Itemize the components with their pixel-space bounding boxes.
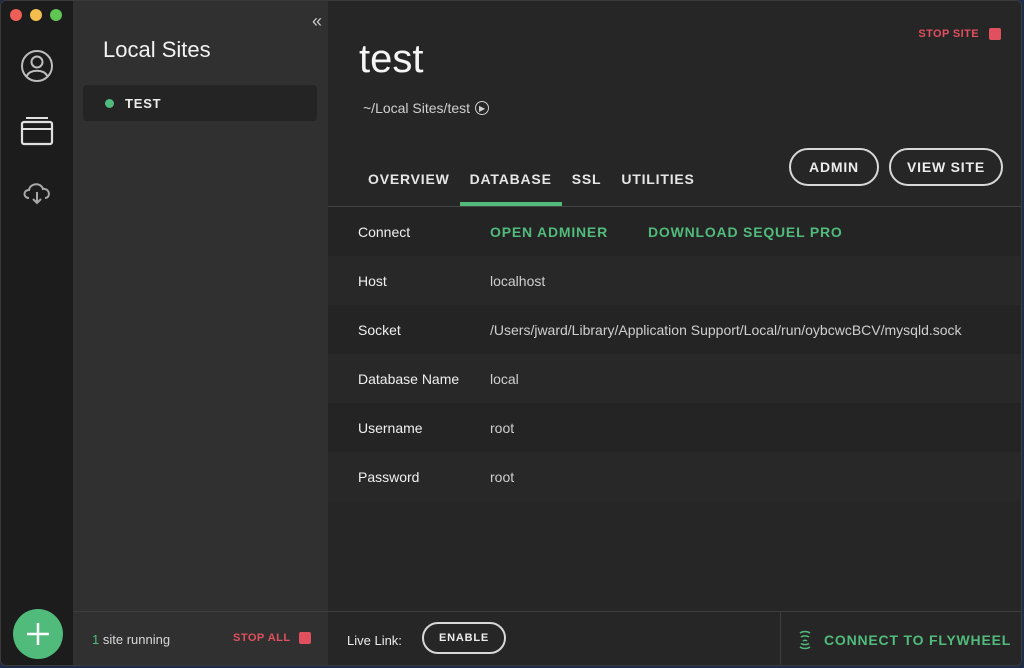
row-value: localhost [490,272,546,289]
table-row: Socket /Users/jward/Library/Application … [328,305,1021,354]
flywheel-label: CONNECT TO FLYWHEEL [824,632,1012,648]
footer-divider [780,612,781,665]
enable-live-link-button[interactable]: ENABLE [422,622,506,654]
add-site-button[interactable] [13,609,63,659]
app-window: « Local Sites TEST 1 site running STOP A… [0,0,1022,666]
stop-site-label: STOP SITE [918,28,979,40]
table-row: Username root [328,403,1021,452]
row-label: Connect [358,223,411,240]
sites-icon[interactable] [17,111,57,151]
maximize-window-button[interactable] [50,9,62,21]
site-path-text: ~/Local Sites/test [363,100,471,116]
table-row: Password root [328,452,1021,501]
close-window-button[interactable] [10,9,22,21]
sites-running-status: 1 site running [92,632,170,647]
icon-rail [1,1,73,665]
stop-all-label: STOP ALL [233,632,291,644]
row-label: Password [358,468,420,485]
reveal-folder-icon[interactable]: ▶ [475,101,490,115]
tab-database[interactable]: DATABASE [459,161,562,206]
table-row: Host localhost [328,256,1021,305]
row-label: Database Name [358,370,460,387]
main-panel: STOP SITE test ~/Local Sites/test ▶ OVER… [328,1,1021,665]
window-controls [10,9,62,21]
main-footer: Live Link: ENABLE CONNECT TO FLYWHEEL [328,611,1021,665]
row-value: local [490,370,519,387]
minimize-window-button[interactable] [30,9,42,21]
site-title: test [359,37,424,81]
sites-panel: « Local Sites TEST 1 site running STOP A… [73,1,328,665]
stop-icon [298,632,311,644]
tab-utilities[interactable]: UTILITIES [611,161,704,205]
site-path[interactable]: ~/Local Sites/test ▶ [363,100,490,116]
stop-icon [989,28,1001,40]
live-link-label: Live Link: [347,633,402,648]
table-row: Database Name local [328,354,1021,403]
user-icon[interactable] [17,46,57,86]
sites-footer: 1 site running STOP ALL [73,611,328,665]
site-name: TEST [125,95,162,111]
view-site-button[interactable]: VIEW SITE [889,148,1003,186]
row-label: Username [358,419,423,436]
cloud-icon[interactable] [17,173,57,213]
row-value: /Users/jward/Library/Application Support… [490,321,962,338]
stop-site-button[interactable]: STOP SITE [918,28,1001,40]
download-sequel-pro-link[interactable]: DOWNLOAD SEQUEL PRO [608,224,843,240]
open-adminer-link[interactable]: OPEN ADMINER [460,224,608,240]
site-list-item[interactable]: TEST [83,85,317,121]
site-status-dot [105,98,114,108]
tab-ssl[interactable]: SSL [562,161,612,205]
stop-all-button[interactable]: STOP ALL [233,632,311,644]
table-row: Connect OPEN ADMINER DOWNLOAD SEQUEL PRO [328,207,1021,256]
row-label: Host [358,272,387,289]
sites-title: Local Sites [103,37,211,62]
plus-icon [27,623,49,645]
connect-flywheel-button[interactable]: CONNECT TO FLYWHEEL [798,630,1011,650]
admin-button[interactable]: ADMIN [789,148,879,186]
running-text: site running [99,632,171,647]
collapse-sidebar-icon[interactable]: « [312,11,322,32]
tab-overview[interactable]: OVERVIEW [358,161,460,205]
site-tabs: OVERVIEW DATABASE SSL UTILITIES [358,161,705,206]
row-label: Socket [358,321,401,338]
database-table: Connect OPEN ADMINER DOWNLOAD SEQUEL PRO… [328,207,1021,501]
flywheel-icon [799,630,811,650]
row-value: root [490,468,515,485]
row-value: root [490,419,515,436]
